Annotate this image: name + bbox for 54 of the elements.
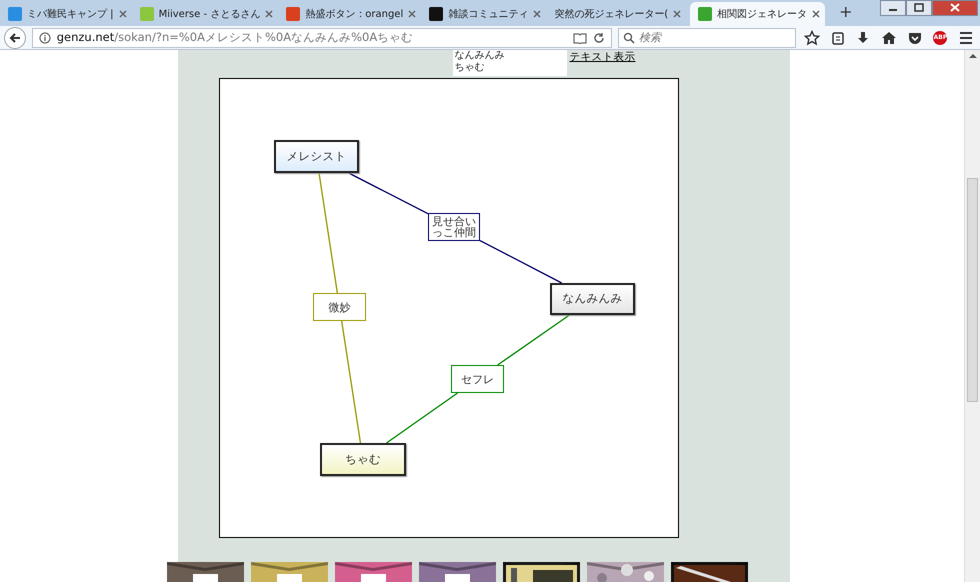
close-tab-icon[interactable] [673,10,682,18]
text-view-link[interactable]: テキスト表示 [570,50,636,66]
minimize-button[interactable] [880,0,906,16]
close-tab-icon[interactable] [408,10,416,18]
favicon-icon [140,7,154,21]
person-node: メレシスト [274,140,359,173]
favicon-icon [698,7,712,21]
browser-tab[interactable]: 熱盛ボタン：orangel [278,2,422,26]
reload-icon [592,32,605,44]
relation-label: セフレ [451,365,504,393]
search-icon [622,32,635,44]
close-tab-icon[interactable] [533,10,542,18]
url-text: genzu.net/sokan/?n=%0Aメレシスト%0Aなんみんみ%0Aちゃむ [56,28,414,46]
favicon-icon [429,7,444,21]
restore-icon [914,3,924,12]
person-node: なんみんみ [550,283,635,315]
tab-title: ミバ難民キャンプ | [27,8,114,22]
menu-icon [958,30,974,46]
address-bar[interactable]: genzu.net/sokan/?n=%0Aメレシスト%0Aなんみんみ%0Aちゃむ [32,28,612,48]
browser-tab[interactable]: ミバ難民キャンプ | [0,2,132,26]
close-tab-icon[interactable] [812,10,820,18]
tab-title: 突然の死ジェネレーター( [554,8,668,22]
tab-title: Miiverse - さとるさん [158,8,260,22]
browser-tab[interactable]: 突然の死ジェネレーター( [546,2,686,26]
scroll-up-arrow-icon[interactable] [969,54,977,58]
relation-label: 微妙 [313,293,366,321]
close-window-button[interactable] [932,0,978,16]
scrollbar[interactable] [964,50,980,582]
search-field[interactable]: 検索 [618,28,796,48]
bookmark-star-icon [804,30,820,46]
favicon-icon [8,7,22,21]
scrollbar-thumb[interactable] [967,178,978,402]
new-tab-button[interactable]: + [835,0,857,24]
maximize-button[interactable] [906,0,932,16]
bookmark-star-button[interactable] [802,28,822,48]
close-tab-icon[interactable] [118,10,127,18]
reader-view-icon [572,32,587,44]
browser-tab[interactable]: 雑談コミュニティ [421,2,546,26]
person-node: ちゃむ [320,443,406,476]
relation-label: 見せ合いっこ仲間 [428,213,480,241]
home-icon [880,30,897,46]
close-icon [950,3,960,12]
browser-tab[interactable]: 相関図ジェネレータ [690,2,826,26]
names-field[interactable]: なんみんみ ちゃむ [452,50,566,76]
close-tab-icon[interactable] [265,10,274,18]
back-button[interactable] [4,26,26,48]
tab-title: 雑談コミュニティ [448,8,528,22]
back-arrow-icon [8,32,21,44]
clipboard-icon [830,30,846,46]
tab-title: 相関図ジェネレータ [717,8,808,22]
favicon-icon [286,7,300,21]
tab-title: 熱盛ボタン：orangel [305,8,404,22]
browser-tab[interactable]: Miiverse - さとるさん [132,2,278,26]
info-icon [38,32,51,44]
